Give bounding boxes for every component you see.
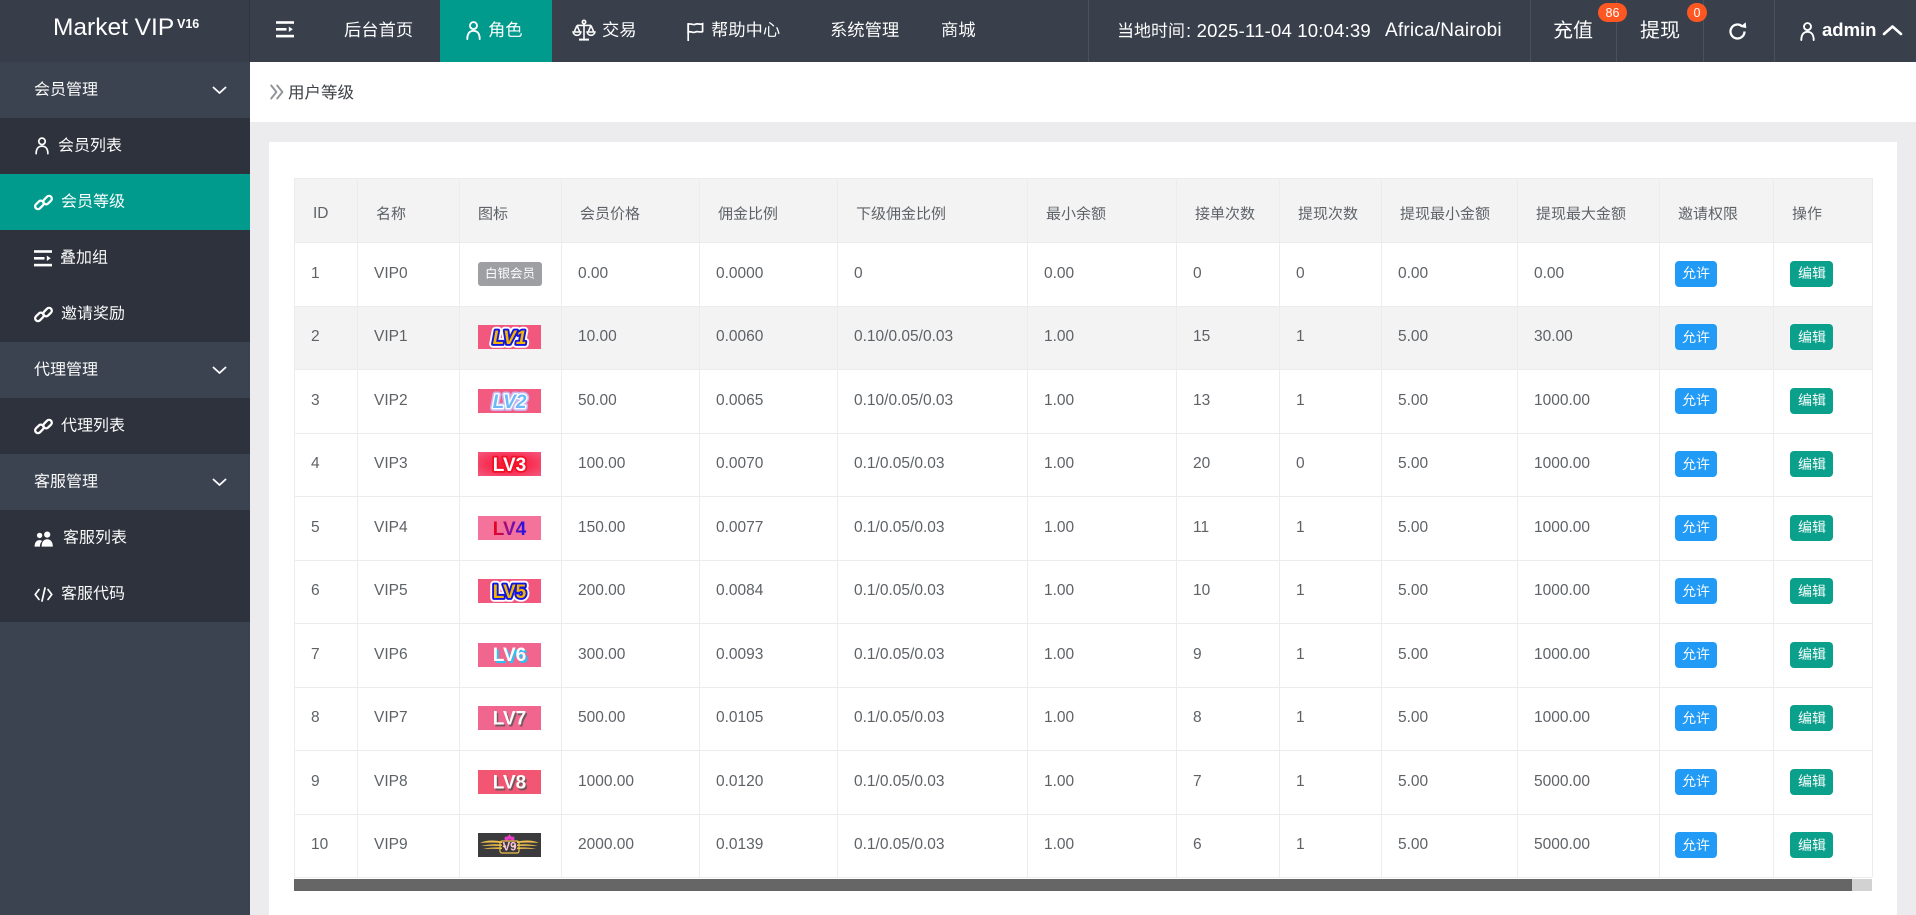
svg-text:LV8: LV8 — [493, 772, 526, 793]
svg-text:LV2: LV2 — [493, 392, 527, 413]
svg-text:LV1: LV1 — [493, 328, 527, 349]
svg-text:LV7: LV7 — [493, 709, 526, 730]
svg-text:V9: V9 — [502, 842, 516, 854]
svg-text:LV6: LV6 — [493, 645, 526, 666]
svg-text:LV4: LV4 — [493, 519, 527, 540]
svg-text:LV3: LV3 — [493, 455, 526, 476]
svg-text:LV5: LV5 — [493, 582, 527, 603]
